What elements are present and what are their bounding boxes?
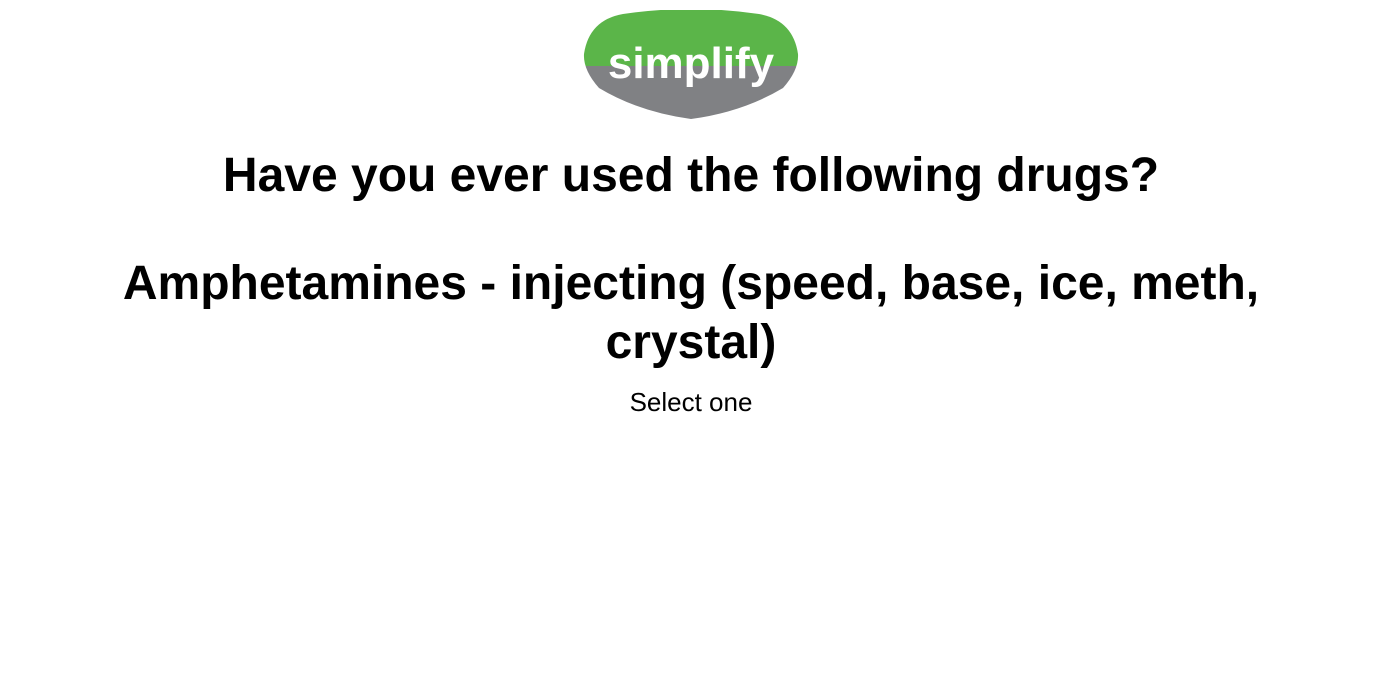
select-instruction: Select one <box>629 387 753 417</box>
question-title: Have you ever used the following drugs? <box>222 149 1160 202</box>
logo-graphic: simplify <box>583 10 799 119</box>
survey-page: simplify Have you ever used the followin… <box>0 0 1382 683</box>
logo-text: simplify <box>608 39 775 88</box>
simplify-logo: simplify <box>583 10 799 120</box>
drug-item-label: Amphetamines - injecting (speed, base, i… <box>122 257 1260 369</box>
